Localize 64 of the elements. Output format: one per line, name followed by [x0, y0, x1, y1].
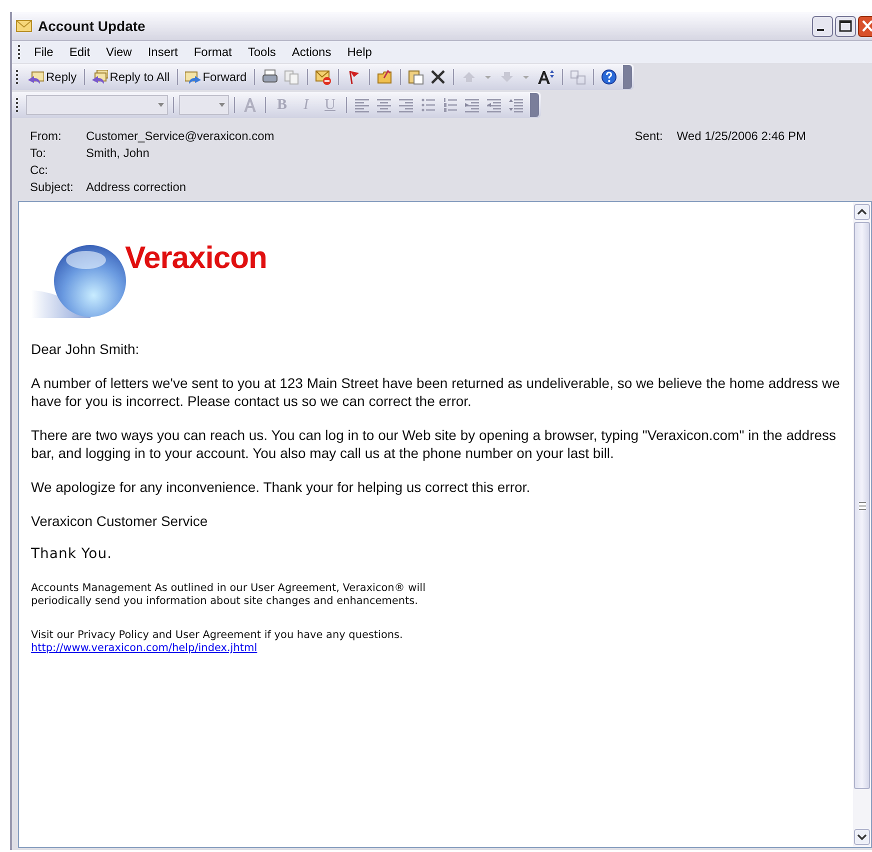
- field-value: Address correction: [86, 180, 186, 193]
- paragraph: Veraxicon Customer Service: [31, 513, 208, 529]
- field-value: Wed 1/25/2006 2:46 PM: [676, 129, 806, 145]
- font-color-icon[interactable]: [242, 97, 258, 113]
- align-right-icon[interactable]: [398, 97, 414, 113]
- vertical-scrollbar[interactable]: [853, 202, 871, 847]
- menu-item[interactable]: Edit: [61, 45, 98, 59]
- align-left-icon[interactable]: [354, 97, 370, 113]
- field-label: Subject:: [30, 180, 74, 193]
- font-size-icon[interactable]: [536, 69, 555, 85]
- close-button[interactable]: [858, 16, 872, 36]
- paragraph: There are two ways you can reach us. You can log in to our Web site by opening a browser, typing "Veraxicon.com" in the address bar, and logging in to your account. You also may call us at the phone number on your last bill.: [31, 427, 836, 461]
- reply-icon: [28, 70, 44, 84]
- paragraph: Thank You.: [31, 546, 112, 562]
- forward-icon: [184, 70, 201, 84]
- mail-stop-icon[interactable]: [314, 69, 331, 85]
- grip-handle[interactable]: [16, 98, 20, 112]
- field-label: From:: [30, 129, 62, 142]
- folder-icon[interactable]: [376, 69, 393, 85]
- toolbar-options-button[interactable]: [622, 65, 632, 89]
- paragraph: Dear John Smith:: [31, 341, 140, 357]
- envelope-icon: [16, 20, 32, 32]
- field-value: Customer_Service@veraxicon.com: [86, 129, 274, 142]
- menu-item[interactable]: File: [26, 45, 62, 59]
- help-icon[interactable]: [600, 69, 617, 85]
- menu-item[interactable]: Tools: [240, 45, 284, 59]
- field-label: Cc:: [30, 163, 49, 176]
- paragraph: Accounts Management As outlined in our User Agreement, Veraxicon® will periodically send you information about site changes and enhancements.: [31, 582, 426, 607]
- menu-item[interactable]: Actions: [284, 45, 340, 59]
- minimize-button[interactable]: [812, 16, 833, 36]
- link[interactable]: http://www.veraxicon.com/help/index.jhtml: [31, 642, 258, 654]
- menu-item[interactable]: Format: [186, 45, 240, 59]
- copy-icon[interactable]: [284, 69, 300, 85]
- grip-handle[interactable]: [16, 70, 20, 84]
- menu-item[interactable]: Help: [339, 45, 380, 59]
- scroll-up-button[interactable]: [854, 204, 870, 220]
- paragraph: A number of letters we've sent to you at 123 Main Street have been returned as undeliverable, so we believe the home address we have for you is incorrect. Please contact us so we can correct the error.: [31, 375, 840, 409]
- scroll-down-button[interactable]: [854, 829, 870, 845]
- reply-all-icon: [92, 70, 108, 84]
- paragraph: We apologize for any inconvenience. Thank your for helping us correct this error.: [31, 479, 530, 495]
- toolbar-button[interactable]: Reply to All: [90, 66, 172, 88]
- logo-text: Veraxicon: [125, 240, 267, 276]
- increase-indent-icon[interactable]: [486, 97, 502, 113]
- scroll-thumb[interactable]: [854, 222, 870, 789]
- decrease-indent-icon[interactable]: [464, 97, 480, 113]
- toolbar-button[interactable]: Forward: [182, 66, 249, 88]
- paragraph: Visit our Privacy Policy and User Agreement if you have any questions.: [31, 629, 403, 641]
- numbering-icon[interactable]: [442, 97, 458, 113]
- maximize-button[interactable]: [835, 16, 856, 36]
- grip-handle[interactable]: [18, 45, 22, 59]
- window-title: Account Update: [38, 18, 146, 34]
- menu-item[interactable]: View: [98, 45, 140, 59]
- print-icon[interactable]: [262, 69, 278, 85]
- toolbar-button[interactable]: Reply: [26, 66, 79, 88]
- menu-item[interactable]: Insert: [140, 45, 186, 59]
- clipboard-icon[interactable]: [408, 69, 424, 85]
- field-value: Smith, John: [86, 146, 150, 159]
- field-label: To:: [30, 146, 48, 159]
- field-label: Sent:: [634, 129, 664, 145]
- align-center-icon[interactable]: [376, 97, 392, 113]
- delete-icon[interactable]: [430, 69, 446, 85]
- bullets-icon[interactable]: [420, 97, 436, 113]
- toolbar-options-button[interactable]: [530, 93, 539, 117]
- line-spacing-icon[interactable]: [508, 97, 524, 113]
